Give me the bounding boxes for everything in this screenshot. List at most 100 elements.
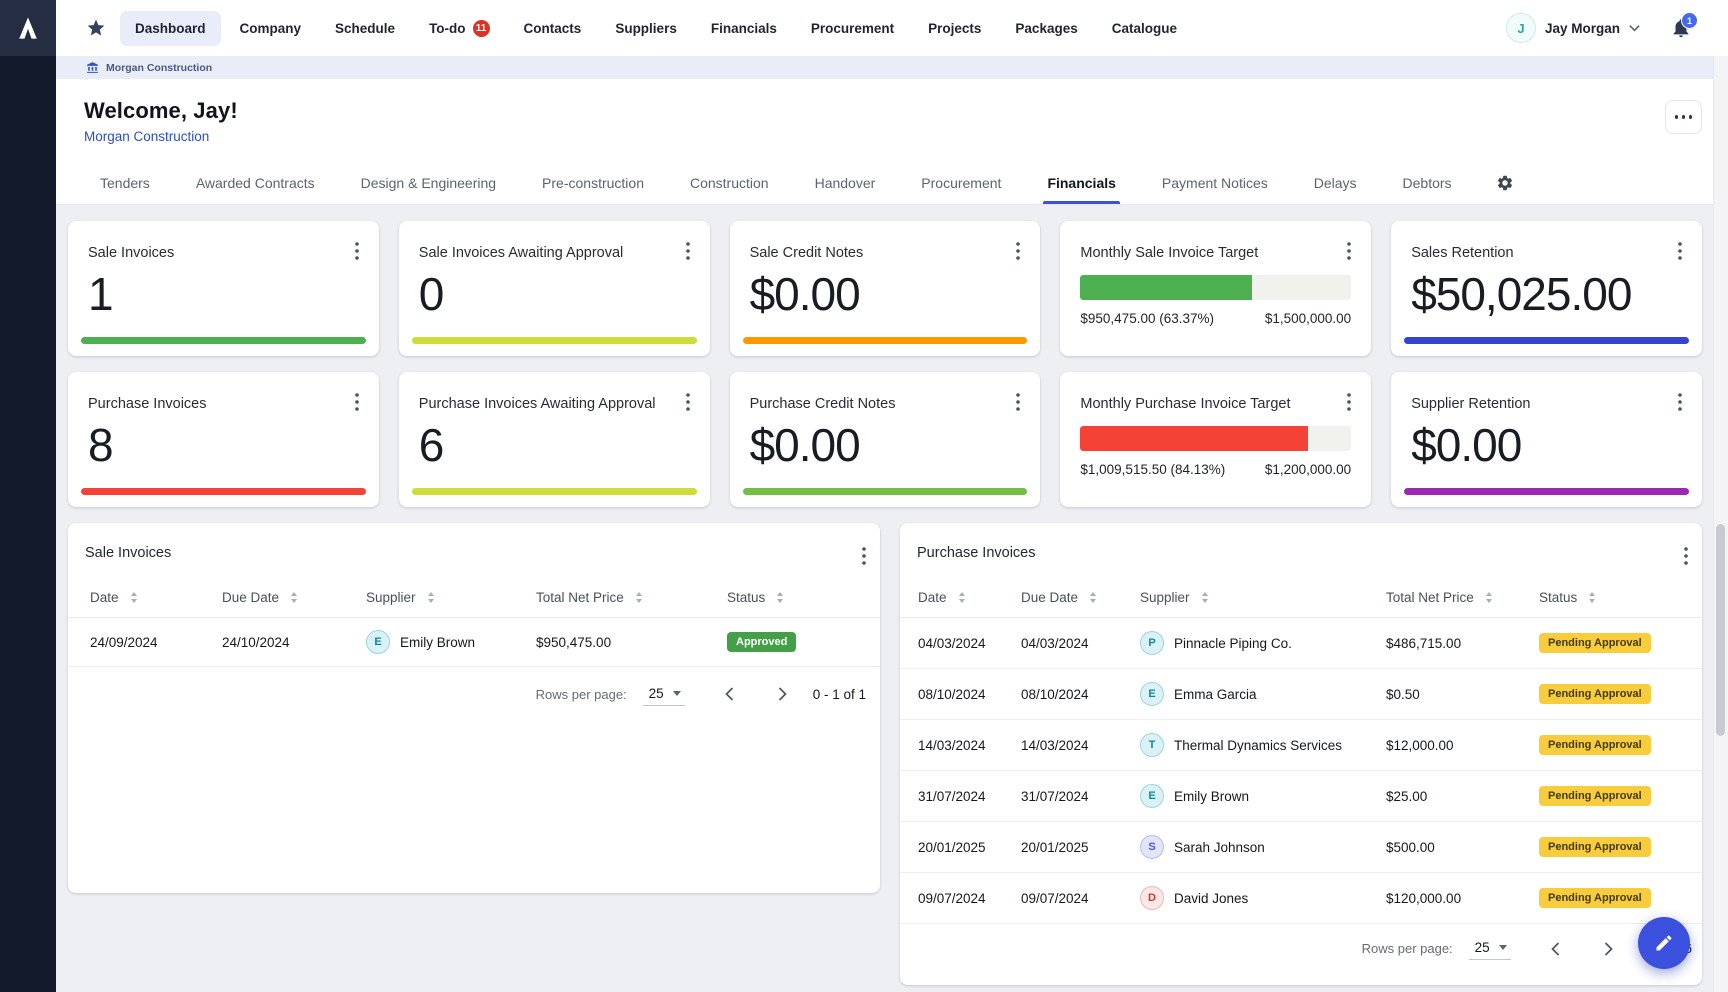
tab-delays[interactable]: Delays	[1314, 162, 1357, 204]
kpi-value: 1	[88, 270, 359, 318]
tab-design-engineering[interactable]: Design & Engineering	[361, 162, 496, 204]
tab-construction[interactable]: Construction	[690, 162, 769, 204]
column-header-supplier[interactable]: Supplier	[366, 590, 536, 605]
nav-item-dashboard[interactable]: Dashboard	[120, 11, 221, 46]
kpi-value: 6	[419, 421, 690, 469]
kpi-menu-button[interactable]	[1670, 391, 1690, 413]
kpi-card-sales-retention: Sales Retention $50,025.00	[1391, 221, 1702, 356]
table-row[interactable]: 14/03/2024 14/03/2024 T Thermal Dynamics…	[900, 720, 1702, 771]
cell-status: Pending Approval	[1539, 837, 1702, 857]
nav-item-projects[interactable]: Projects	[913, 11, 996, 46]
status-badge: Pending Approval	[1539, 837, 1651, 857]
kpi-menu-button[interactable]	[1008, 240, 1028, 262]
table-row[interactable]: 08/10/2024 08/10/2024 E Emma Garcia $0.5…	[900, 669, 1702, 720]
more-options-button[interactable]	[1665, 100, 1702, 134]
target-goal-label: $1,500,000.00	[1265, 311, 1351, 326]
tab-debtors[interactable]: Debtors	[1403, 162, 1452, 204]
tab-tenders[interactable]: Tenders	[100, 162, 150, 204]
cell-date: 20/01/2025	[918, 840, 1021, 855]
scrollbar-thumb[interactable]	[1716, 524, 1725, 736]
tab-financials[interactable]: Financials	[1047, 162, 1115, 204]
kpi-card-sale-invoices: Sale Invoices 1	[68, 221, 379, 356]
cell-due-date: 09/07/2024	[1021, 891, 1140, 906]
column-header-supplier[interactable]: Supplier	[1140, 590, 1386, 605]
table-row[interactable]: 04/03/2024 04/03/2024 P Pinnacle Piping …	[900, 618, 1702, 669]
supplier-avatar: E	[366, 630, 390, 654]
kpi-menu-button[interactable]	[678, 240, 698, 262]
cell-total-net-price: $12,000.00	[1386, 738, 1539, 753]
tabs-settings-gear-icon[interactable]	[1496, 162, 1514, 204]
kpi-menu-button[interactable]	[1670, 240, 1690, 262]
pagination-next-button[interactable]	[1600, 938, 1617, 960]
notifications-bell-icon[interactable]: 1	[1670, 17, 1692, 39]
archdesk-logo-icon[interactable]	[0, 0, 56, 56]
page-title: Welcome, Jay!	[84, 98, 1728, 124]
nav-item-packages[interactable]: Packages	[1000, 11, 1092, 46]
nav-item-catalogue[interactable]: Catalogue	[1097, 11, 1192, 46]
column-header-due-date[interactable]: Due Date	[222, 590, 366, 605]
panel-title: Purchase Invoices	[917, 545, 1035, 561]
kpi-menu-button[interactable]	[1339, 240, 1359, 262]
supplier-avatar: T	[1140, 733, 1164, 757]
panel-menu-button[interactable]	[854, 545, 874, 567]
status-badge: Pending Approval	[1539, 735, 1651, 755]
kpi-card-title: Purchase Invoices	[88, 396, 359, 412]
caret-down-icon	[1499, 945, 1507, 950]
pagination-prev-button[interactable]	[721, 683, 738, 705]
column-header-total-net-price[interactable]: Total Net Price	[1386, 590, 1539, 605]
kpi-card-purchase-credit-notes: Purchase Credit Notes $0.00	[730, 372, 1041, 507]
page-header: Welcome, Jay! Morgan Construction Tender…	[56, 79, 1728, 205]
table-row[interactable]: 09/07/2024 09/07/2024 D David Jones $120…	[900, 873, 1702, 924]
cell-supplier: E Emily Brown	[366, 630, 536, 654]
kpi-menu-button[interactable]	[678, 391, 698, 413]
tab-awarded-contracts[interactable]: Awarded Contracts	[196, 162, 315, 204]
nav-item-to-do[interactable]: To-do11	[414, 10, 504, 47]
nav-item-schedule[interactable]: Schedule	[320, 11, 410, 46]
app-root: DashboardCompanyScheduleTo-do11ContactsS…	[0, 0, 1728, 992]
tab-payment-notices[interactable]: Payment Notices	[1162, 162, 1268, 204]
table-pagination: Rows per page: 25 0 - 1 of 1	[68, 667, 880, 721]
rows-per-page-select[interactable]: 25	[1469, 937, 1511, 960]
supplier-name: Emily Brown	[1174, 789, 1249, 804]
column-header-due-date[interactable]: Due Date	[1021, 590, 1140, 605]
column-header-total-net-price[interactable]: Total Net Price	[536, 590, 727, 605]
nav-item-financials[interactable]: Financials	[696, 11, 792, 46]
breadcrumb-company: Morgan Construction	[106, 62, 212, 74]
top-navigation: DashboardCompanyScheduleTo-do11ContactsS…	[120, 10, 1192, 47]
status-badge: Pending Approval	[1539, 888, 1651, 908]
breadcrumb[interactable]: Morgan Construction	[56, 56, 1728, 79]
kpi-menu-button[interactable]	[1008, 391, 1028, 413]
vertical-scrollbar[interactable]	[1713, 56, 1728, 992]
nav-item-contacts[interactable]: Contacts	[509, 11, 597, 46]
kpi-menu-button[interactable]	[1339, 391, 1359, 413]
column-header-date[interactable]: Date	[90, 590, 222, 605]
column-header-status[interactable]: Status	[727, 590, 880, 605]
favorites-star-icon[interactable]	[82, 14, 110, 42]
nav-item-suppliers[interactable]: Suppliers	[600, 11, 692, 46]
bank-icon	[86, 61, 99, 74]
cell-date: 08/10/2024	[918, 687, 1021, 702]
pagination-next-button[interactable]	[774, 683, 791, 705]
nav-item-procurement[interactable]: Procurement	[796, 11, 909, 46]
kpi-menu-button[interactable]	[347, 240, 367, 262]
nav-item-company[interactable]: Company	[225, 11, 317, 46]
pagination-prev-button[interactable]	[1547, 938, 1564, 960]
user-menu[interactable]: J Jay Morgan	[1506, 13, 1640, 43]
kpi-accent-bar	[1404, 337, 1689, 344]
tab-handover[interactable]: Handover	[815, 162, 876, 204]
panel-menu-button[interactable]	[1676, 545, 1696, 567]
supplier-avatar: P	[1140, 631, 1164, 655]
kpi-menu-button[interactable]	[347, 391, 367, 413]
cell-status: Pending Approval	[1539, 684, 1702, 704]
column-header-date[interactable]: Date	[918, 590, 1021, 605]
company-link[interactable]: Morgan Construction	[84, 129, 209, 144]
tab-procurement[interactable]: Procurement	[921, 162, 1001, 204]
table-row[interactable]: 20/01/2025 20/01/2025 S Sarah Johnson $5…	[900, 822, 1702, 873]
table-row[interactable]: 31/07/2024 31/07/2024 E Emily Brown $25.…	[900, 771, 1702, 822]
table-row[interactable]: 24/09/2024 24/10/2024 E Emily Brown $950…	[68, 618, 880, 667]
rows-per-page-select[interactable]: 25	[643, 683, 685, 706]
column-header-status[interactable]: Status	[1539, 590, 1702, 605]
edit-fab-button[interactable]	[1638, 917, 1690, 969]
kpi-card-title: Sale Invoices Awaiting Approval	[419, 245, 690, 261]
tab-pre-construction[interactable]: Pre-construction	[542, 162, 644, 204]
